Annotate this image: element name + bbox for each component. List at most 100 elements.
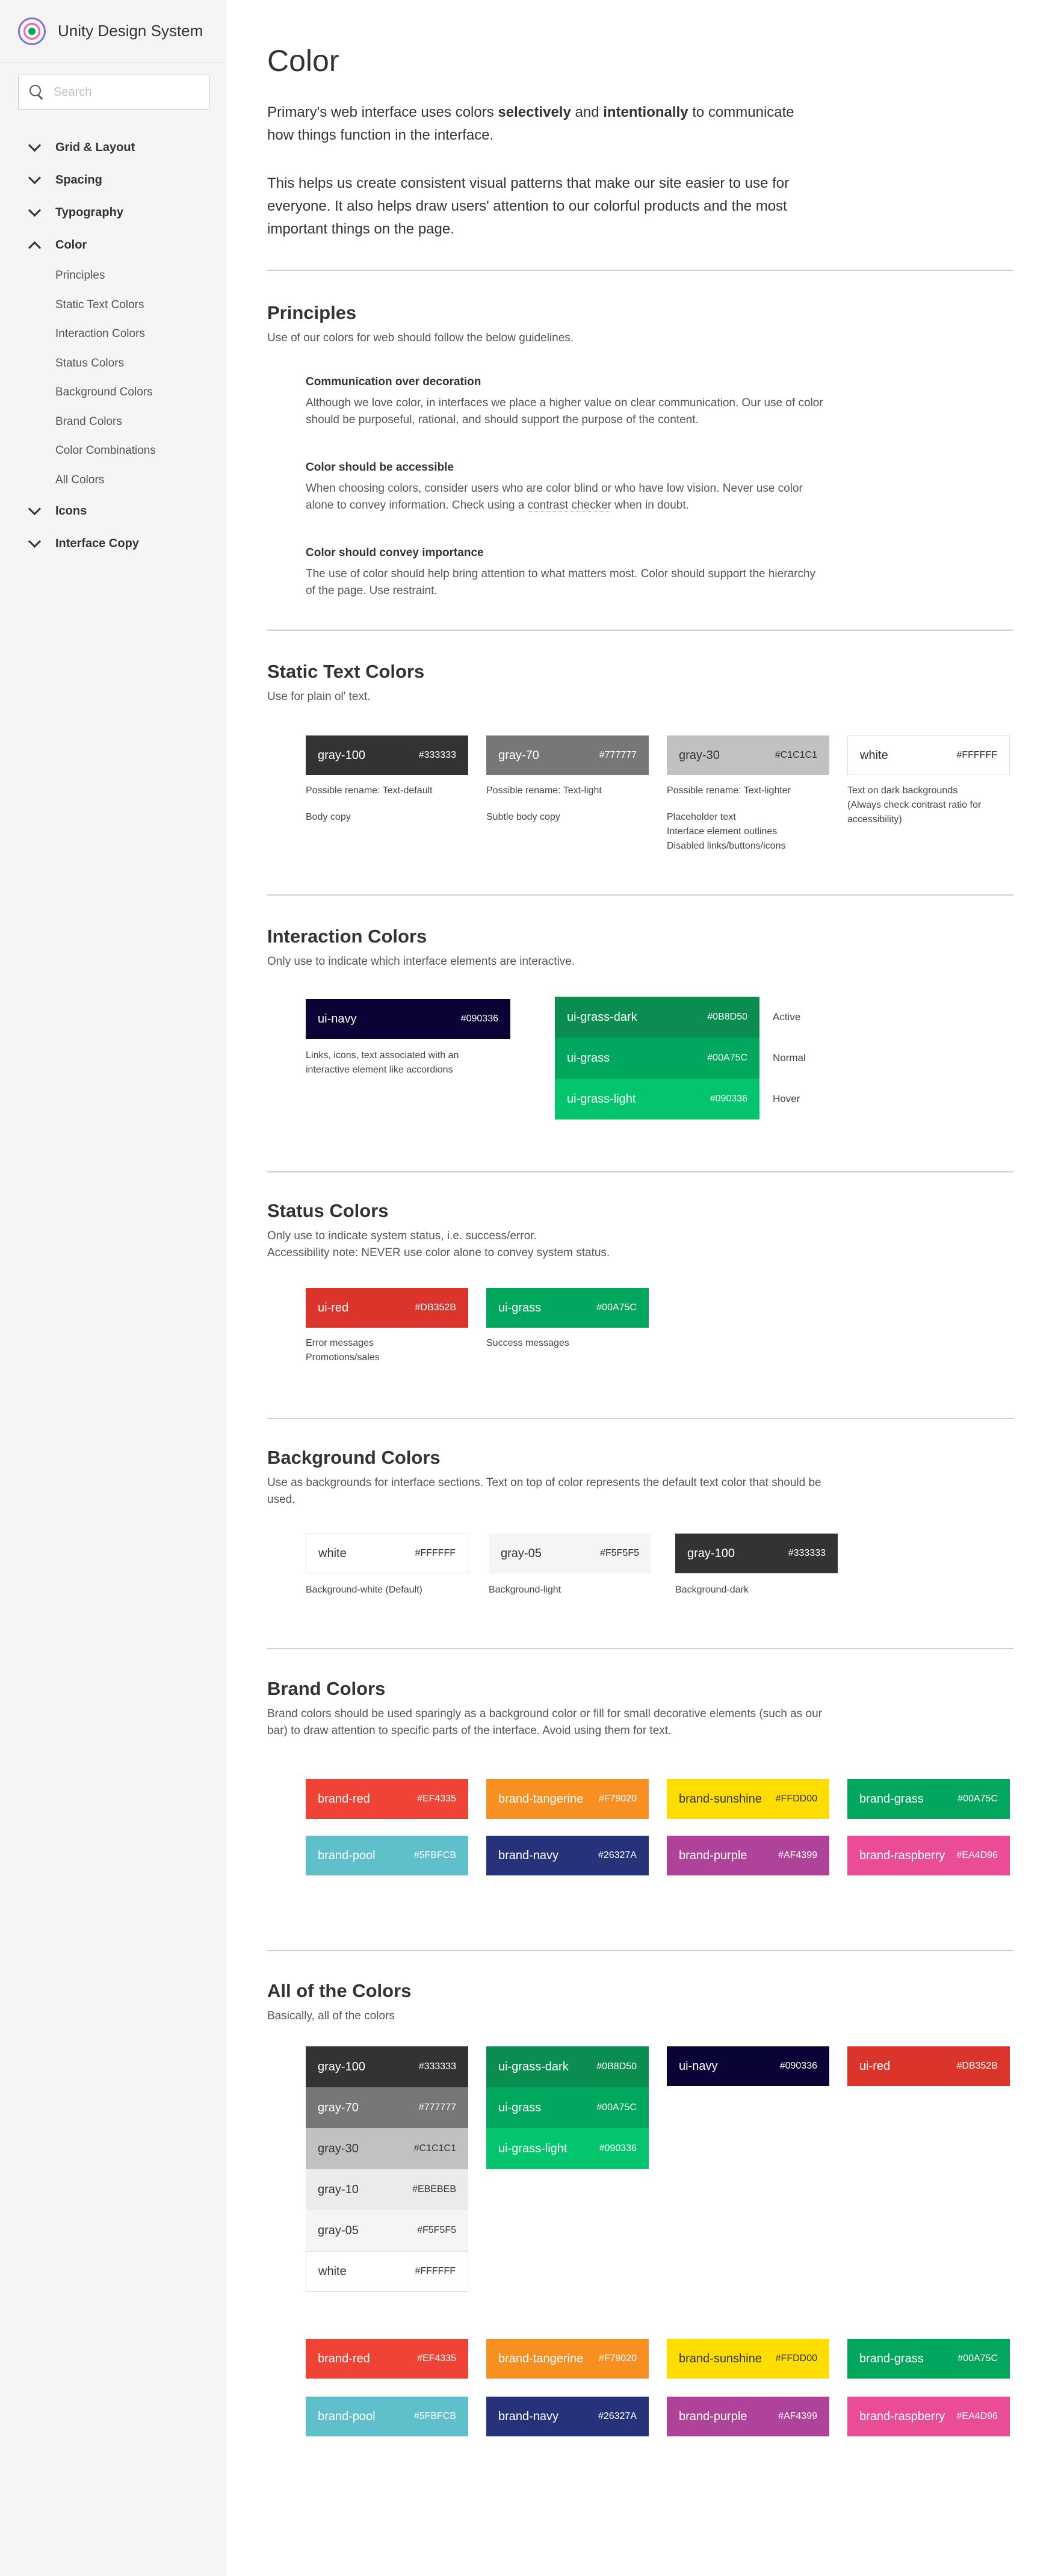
sidebar-item-icons[interactable]: Icons bbox=[26, 495, 219, 527]
swatch-note: Background-white (Default) bbox=[306, 1585, 422, 1595]
section-desc-interaction: Only use to indicate which interface ele… bbox=[267, 955, 575, 968]
section-desc-brand: Brand colors should be used sparingly as… bbox=[267, 1708, 822, 1737]
color-swatch-ui-red: ui-red #DB352B bbox=[847, 2046, 1010, 2086]
color-swatch-ui-navy: ui-navy #090336 bbox=[306, 999, 510, 1039]
principle-text: when in doubt. bbox=[611, 499, 689, 512]
swatch-hex: #00A75C bbox=[707, 1053, 747, 1063]
color-swatch-gray-10: gray-10 #EBEBEB bbox=[306, 2169, 468, 2210]
swatch-hex: #DB352B bbox=[415, 1302, 457, 1313]
contrast-checker-link[interactable]: contrast checker bbox=[527, 499, 612, 512]
color-swatch-brand-grass: brand-grass #00A75C bbox=[847, 2339, 1010, 2379]
section-desc-principles: Use of our colors for web should follow … bbox=[267, 332, 574, 344]
swatch-hex: #EF4335 bbox=[417, 2353, 456, 2364]
color-swatch-ui-grass-light: ui-grass-light #090336 bbox=[486, 2128, 649, 2169]
color-swatch-gray-100: gray-100 #333333 bbox=[306, 2046, 468, 2087]
subnav-item-principles[interactable]: Principles bbox=[55, 261, 219, 291]
divider bbox=[267, 270, 1013, 271]
swatch-note: Background-dark bbox=[675, 1585, 749, 1595]
swatch-note: Possible rename: Text-lighter bbox=[667, 785, 791, 796]
swatch-hex: #EBEBEB bbox=[412, 2184, 456, 2194]
chevron-up-icon bbox=[26, 237, 42, 253]
sidebar-item-color[interactable]: Color bbox=[26, 229, 219, 261]
principle-body: Although we love color, in interfaces we… bbox=[306, 397, 823, 426]
subnav-item-static-text-colors[interactable]: Static Text Colors bbox=[55, 291, 219, 320]
swatch-hex: #5FBFCB bbox=[413, 1850, 456, 1860]
swatch-note: Background-light bbox=[489, 1585, 561, 1595]
divider bbox=[267, 1648, 1013, 1649]
color-swatch-ui-grass: ui-grass #00A75C bbox=[555, 1038, 759, 1079]
swatch-name: ui-grass-dark bbox=[498, 2060, 569, 2073]
intro-emphasis: selectively bbox=[498, 104, 571, 120]
swatch-hex: #777777 bbox=[418, 2102, 456, 2113]
section-title-status: Status Colors bbox=[267, 1200, 389, 1221]
chevron-down-icon bbox=[26, 172, 42, 188]
sidebar-item-spacing[interactable]: Spacing bbox=[26, 164, 219, 196]
swatch-name: brand-sunshine bbox=[679, 2352, 762, 2365]
subnav-item-background-colors[interactable]: Background Colors bbox=[55, 378, 219, 407]
swatch-name: gray-100 bbox=[687, 1546, 735, 1560]
swatch-name: ui-grass bbox=[498, 1301, 542, 1314]
color-swatch-brand-raspberry: brand-raspberry #EA4D96 bbox=[847, 2397, 1010, 2436]
color-swatch-ui-navy: ui-navy #090336 bbox=[667, 2046, 829, 2086]
swatch-name: gray-05 bbox=[318, 2223, 359, 2237]
color-swatch-brand-sunshine: brand-sunshine #FFDD00 bbox=[667, 1779, 829, 1819]
search-box[interactable] bbox=[18, 75, 209, 110]
divider bbox=[267, 1950, 1013, 1951]
subnav-item-status-colors[interactable]: Status Colors bbox=[55, 349, 219, 379]
subnav-item-interaction-colors[interactable]: Interaction Colors bbox=[55, 320, 219, 349]
sidebar-item-label: Icons bbox=[55, 504, 87, 518]
swatch-hex: #F5F5F5 bbox=[417, 2225, 456, 2235]
swatch-name: brand-navy bbox=[498, 2409, 559, 2423]
search-input[interactable] bbox=[54, 85, 198, 99]
subnav-item-brand-colors[interactable]: Brand Colors bbox=[55, 407, 219, 437]
sidebar-item-typography[interactable]: Typography bbox=[26, 196, 219, 229]
principle-title: Color should convey importance bbox=[306, 546, 484, 559]
swatch-note: Placeholder text Interface element outli… bbox=[667, 812, 786, 851]
swatch-hex: #C1C1C1 bbox=[413, 2143, 456, 2153]
intro-text: and bbox=[571, 104, 604, 120]
subnav-item-color-combinations[interactable]: Color Combinations bbox=[55, 436, 219, 466]
swatch-hex: #EA4D96 bbox=[956, 1850, 998, 1860]
swatch-name: ui-grass bbox=[567, 1051, 610, 1065]
swatch-name: white bbox=[318, 1546, 347, 1560]
section-desc-status-2: Accessibility note: NEVER use color alon… bbox=[267, 1246, 610, 1259]
swatch-hex: #0B8D50 bbox=[596, 2061, 637, 2072]
principle-item: Color should be accessible When choosing… bbox=[306, 461, 823, 514]
swatch-hex: #FFFFFF bbox=[956, 750, 997, 760]
state-label: Active bbox=[773, 1011, 801, 1023]
swatch-name: ui-red bbox=[859, 2059, 891, 2073]
color-swatch-ui-grass-dark: ui-grass-dark #0B8D50 bbox=[555, 997, 759, 1038]
section-title-background: Background Colors bbox=[267, 1447, 441, 1468]
swatch-note: Links, icons, text associated with an in… bbox=[306, 1050, 459, 1075]
section-title-all: All of the Colors bbox=[267, 1980, 412, 2001]
swatch-name: ui-grass-light bbox=[567, 1092, 636, 1106]
swatch-hex: #090336 bbox=[710, 1094, 747, 1104]
principle-item: Communication over decoration Although w… bbox=[306, 376, 823, 429]
swatch-name: brand-grass bbox=[859, 2352, 924, 2365]
color-swatch-brand-navy: brand-navy #26327A bbox=[486, 2397, 649, 2436]
section-desc-status-1: Only use to indicate system status, i.e.… bbox=[267, 1230, 537, 1242]
color-swatch-brand-navy: brand-navy #26327A bbox=[486, 1836, 649, 1875]
color-subnav: Principles Static Text Colors Interactio… bbox=[26, 261, 219, 495]
swatch-name: brand-tangerine bbox=[498, 1792, 584, 1806]
swatch-hex: #0B8D50 bbox=[707, 1012, 747, 1022]
brand-header[interactable]: Unity Design System bbox=[0, 0, 226, 63]
swatch-name: brand-red bbox=[318, 2352, 370, 2365]
section-title-brand: Brand Colors bbox=[267, 1678, 386, 1699]
sidebar-item-grid-layout[interactable]: Grid & Layout bbox=[26, 131, 219, 164]
subnav-item-all-colors[interactable]: All Colors bbox=[55, 466, 219, 495]
swatch-name: brand-pool bbox=[318, 2409, 376, 2423]
sidebar: Unity Design System Grid & Layout Spacin… bbox=[0, 0, 226, 2576]
intro-paragraph-2: This helps us create consistent visual p… bbox=[267, 175, 790, 237]
divider bbox=[267, 894, 1013, 896]
principle-body: The use of color should help bring atten… bbox=[306, 568, 816, 597]
color-swatch-brand-tangerine: brand-tangerine #F79020 bbox=[486, 2339, 649, 2379]
color-swatch-brand-red: brand-red #EF4335 bbox=[306, 1779, 468, 1819]
principle-title: Color should be accessible bbox=[306, 461, 454, 474]
swatch-note: Body copy bbox=[306, 812, 351, 822]
chevron-down-icon bbox=[26, 205, 42, 220]
sidebar-item-interface-copy[interactable]: Interface Copy bbox=[26, 527, 219, 560]
swatch-name: brand-purple bbox=[679, 2409, 747, 2423]
swatch-hex: #00A75C bbox=[957, 2353, 998, 2364]
swatch-hex: #FFDD00 bbox=[775, 1794, 817, 1804]
